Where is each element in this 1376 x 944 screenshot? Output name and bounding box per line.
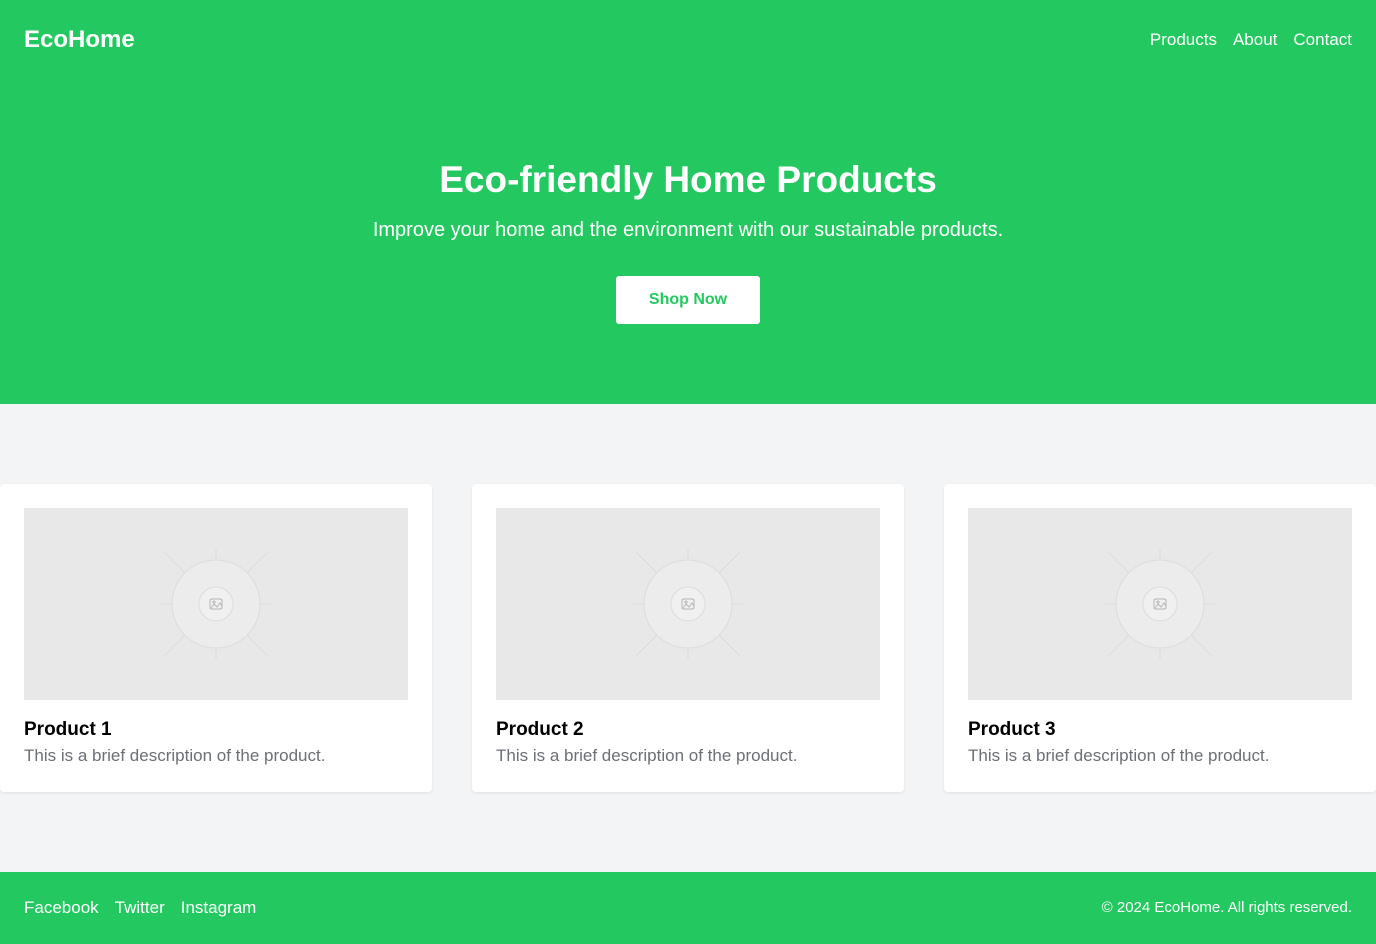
product-title: Product 2 — [496, 719, 584, 740]
site-footer: Facebook Twitter Instagram © 2024 EcoHom… — [0, 872, 1376, 944]
footer-link-instagram[interactable]: Instagram — [181, 898, 257, 918]
footer-link-twitter[interactable]: Twitter — [115, 898, 165, 918]
product-description: This is a brief description of the produ… — [496, 746, 798, 765]
nav-link-contact[interactable]: Contact — [1293, 30, 1352, 50]
hero-section: EcoHome Products About Contact Eco-frien… — [0, 0, 1376, 404]
product-description: This is a brief description of the produ… — [968, 746, 1270, 765]
product-title: Product 3 — [968, 719, 1056, 740]
product-image-placeholder — [496, 508, 880, 700]
nav-link-about[interactable]: About — [1233, 30, 1277, 50]
footer-link-facebook[interactable]: Facebook — [24, 898, 99, 918]
product-card[interactable]: Product 2 This is a brief description of… — [472, 484, 904, 792]
image-placeholder-icon — [160, 548, 272, 660]
hero-subtitle: Improve your home and the environment wi… — [372, 219, 1004, 241]
hero-title: Eco-friendly Home Products — [439, 159, 937, 200]
nav-link-products[interactable]: Products — [1150, 30, 1217, 50]
social-links: Facebook Twitter Instagram — [24, 898, 256, 918]
copyright-text: © 2024 EcoHome. All rights reserved. — [1101, 899, 1352, 916]
product-card[interactable]: Product 1 This is a brief description of… — [0, 484, 432, 792]
product-image-placeholder — [968, 508, 1352, 700]
product-title: Product 1 — [24, 719, 112, 740]
product-description: This is a brief description of the produ… — [24, 746, 326, 765]
brand-logo[interactable]: EcoHome — [24, 26, 135, 54]
image-placeholder-icon — [1104, 548, 1216, 660]
shop-now-button[interactable]: Shop Now — [616, 276, 760, 324]
product-image-placeholder — [24, 508, 408, 700]
main-nav: Products About Contact — [1150, 30, 1352, 50]
product-card[interactable]: Product 3 This is a brief description of… — [944, 484, 1376, 792]
image-placeholder-icon — [632, 548, 744, 660]
